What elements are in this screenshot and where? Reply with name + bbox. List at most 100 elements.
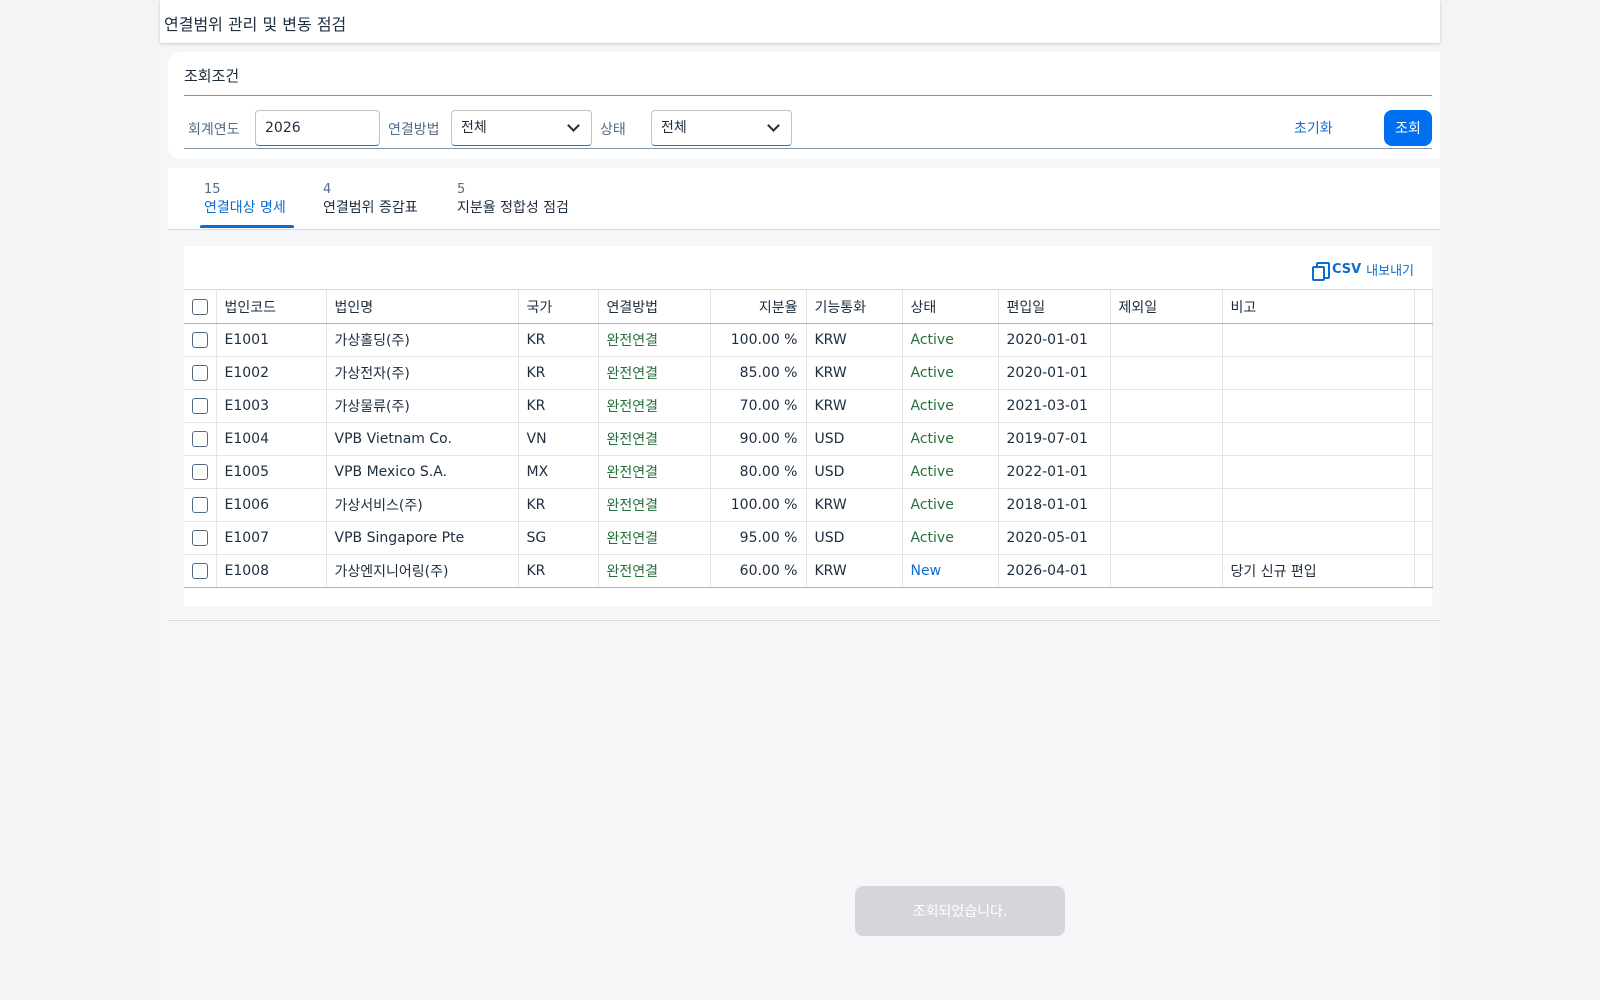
method-cell: 완전연결 xyxy=(598,488,711,522)
filter-bottom-divider xyxy=(184,148,1432,149)
ownership-cell: 100.00 % xyxy=(710,323,807,357)
filler-cell xyxy=(1414,488,1433,522)
tab-ownership-check[interactable]: 5 지분율 정합성 점검 xyxy=(457,182,569,218)
select-all-cell xyxy=(184,289,217,324)
table-row[interactable]: E1004 VPB Vietnam Co. VN 완전연결 90.00 % USD Acti… xyxy=(184,422,1433,456)
table-row[interactable]: E1001 가상홀딩(주) KR 완전연결 100.00 % KRW Active 2020-… xyxy=(184,323,1433,357)
filter-title: 조회조건 xyxy=(184,67,240,85)
row-checkbox[interactable] xyxy=(192,563,208,579)
table-row[interactable]: E1003 가상물류(주) KR 완전연결 70.00 % KRW Active 2021-0… xyxy=(184,389,1433,423)
country-cell: KR xyxy=(518,323,599,357)
entity-name-cell: VPB Vietnam Co. xyxy=(326,422,519,456)
filler-cell xyxy=(1414,323,1433,357)
inclusion-date-cell: 2022-01-01 xyxy=(998,455,1111,489)
entity-name-cell: 가상엔지니어링(주) xyxy=(326,554,519,588)
ownership-cell: 70.00 % xyxy=(710,389,807,423)
search-button[interactable]: 조회 xyxy=(1384,110,1432,146)
row-checkbox[interactable] xyxy=(192,431,208,447)
method-select[interactable]: 전체 xyxy=(451,110,592,146)
remarks-cell xyxy=(1222,422,1415,456)
remarks-cell xyxy=(1222,488,1415,522)
exclusion-date-cell xyxy=(1110,554,1223,588)
row-checkbox[interactable] xyxy=(192,332,208,348)
status-cell: Active xyxy=(902,488,999,522)
column-header[interactable]: 기능통화 xyxy=(806,289,903,324)
tab-label: 연결범위 증감표 xyxy=(323,200,418,216)
column-header[interactable]: 연결방법 xyxy=(598,289,711,324)
country-cell: KR xyxy=(518,488,599,522)
entity-code-cell: E1001 xyxy=(216,323,327,357)
entity-code-cell: E1003 xyxy=(216,389,327,423)
currency-cell: KRW xyxy=(806,554,903,588)
country-cell: KR xyxy=(518,389,599,423)
table-row[interactable]: E1006 가상서비스(주) KR 완전연결 100.00 % KRW Active 2018… xyxy=(184,488,1433,522)
row-select-cell xyxy=(184,356,217,390)
ownership-cell: 95.00 % xyxy=(710,521,807,555)
column-header[interactable]: 비고 xyxy=(1222,289,1415,324)
entity-code-cell: E1008 xyxy=(216,554,327,588)
tab-scope-change[interactable]: 4 연결범위 증감표 xyxy=(323,182,418,218)
currency-cell: USD xyxy=(806,455,903,489)
row-checkbox[interactable] xyxy=(192,464,208,480)
entity-name-cell: 가상전자(주) xyxy=(326,356,519,390)
select-all-checkbox[interactable] xyxy=(192,298,208,315)
exclusion-date-cell xyxy=(1110,323,1223,357)
row-checkbox[interactable] xyxy=(192,365,208,381)
ownership-cell: 90.00 % xyxy=(710,422,807,456)
reset-button[interactable]: 초기화 xyxy=(1294,118,1333,138)
inclusion-date-cell: 2019-07-01 xyxy=(998,422,1111,456)
method-label: 연결방법 xyxy=(388,122,440,138)
currency-cell: KRW xyxy=(806,488,903,522)
fiscal-year-input[interactable]: 2026 xyxy=(255,110,380,146)
status-cell: Active xyxy=(902,422,999,456)
method-cell: 완전연결 xyxy=(598,455,711,489)
inclusion-date-cell: 2020-01-01 xyxy=(998,356,1111,390)
table-row[interactable]: E1007 VPB Singapore Pte SG 완전연결 95.00 % USD Ac… xyxy=(184,521,1433,555)
status-cell: New xyxy=(902,554,999,588)
filter-divider xyxy=(184,95,1432,96)
ownership-cell: 85.00 % xyxy=(710,356,807,390)
table-row[interactable]: E1002 가상전자(주) KR 완전연결 85.00 % KRW Active 2020-0… xyxy=(184,356,1433,390)
remarks-cell xyxy=(1222,356,1415,390)
table-row[interactable]: E1005 VPB Mexico S.A. MX 완전연결 80.00 % USD Acti… xyxy=(184,455,1433,489)
exclusion-date-cell xyxy=(1110,356,1223,390)
row-select-cell xyxy=(184,389,217,423)
method-cell: 완전연결 xyxy=(598,554,711,588)
row-checkbox[interactable] xyxy=(192,497,208,513)
column-header[interactable]: 법인명 xyxy=(326,289,519,324)
method-select-value: 전체 xyxy=(461,120,487,136)
status-cell: Active xyxy=(902,356,999,390)
status-select[interactable]: 전체 xyxy=(651,110,792,146)
column-header[interactable]: 제외일 xyxy=(1110,289,1223,324)
copy-document-icon xyxy=(1311,261,1330,281)
csv-export-button[interactable]: CSV 내보내기 xyxy=(1311,260,1414,281)
entity-name-cell: VPB Singapore Pte xyxy=(326,521,519,555)
row-select-cell xyxy=(184,323,217,357)
filler-cell xyxy=(1414,554,1433,588)
entity-code-cell: E1002 xyxy=(216,356,327,390)
inclusion-date-cell: 2021-03-01 xyxy=(998,389,1111,423)
tab-entity-list[interactable]: 15 연결대상 명세 xyxy=(204,182,286,218)
row-checkbox[interactable] xyxy=(192,398,208,414)
entity-code-cell: E1005 xyxy=(216,455,327,489)
table-toolbar: CSV 내보내기 xyxy=(184,246,1432,289)
status-cell: Active xyxy=(902,455,999,489)
csv-export-label: CSV xyxy=(1331,262,1362,277)
filler-cell xyxy=(1414,389,1433,423)
method-cell: 완전연결 xyxy=(598,389,711,423)
filler-cell xyxy=(1414,521,1433,555)
fiscal-year-label: 회계연도 xyxy=(188,122,240,138)
exclusion-date-cell xyxy=(1110,389,1223,423)
table-row[interactable]: E1008 가상엔지니어링(주) KR 완전연결 60.00 % KRW New 2026-0… xyxy=(184,554,1433,588)
column-header[interactable]: 상태 xyxy=(902,289,999,324)
column-header[interactable]: 지분율 xyxy=(710,289,807,324)
column-header[interactable]: 편입일 xyxy=(998,289,1111,324)
row-checkbox[interactable] xyxy=(192,530,208,546)
currency-cell: USD xyxy=(806,521,903,555)
column-header[interactable]: 국가 xyxy=(518,289,599,324)
country-cell: KR xyxy=(518,356,599,390)
column-header[interactable]: 법인코드 xyxy=(216,289,327,324)
exclusion-date-cell xyxy=(1110,521,1223,555)
csv-export-suffix: 내보내기 xyxy=(1366,264,1414,279)
country-cell: MX xyxy=(518,455,599,489)
